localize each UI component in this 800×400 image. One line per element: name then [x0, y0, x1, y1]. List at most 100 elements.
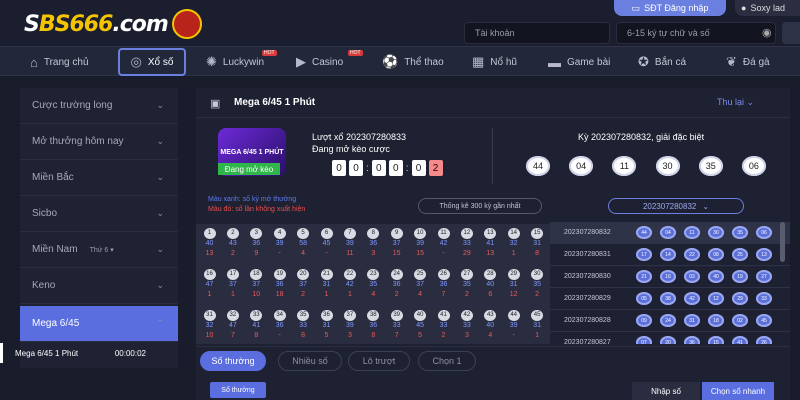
- number-cell[interactable]: 4 39 -: [268, 228, 291, 259]
- number-cell[interactable]: 37 39 3: [338, 310, 361, 341]
- number-cell[interactable]: 7 39 11: [338, 228, 361, 259]
- nav-item-2[interactable]: ✺ Luckywin HOT: [206, 47, 277, 77]
- sidebar-item-7[interactable]: Mega 6/45 ⌃: [20, 306, 178, 342]
- history-ball: 04: [660, 226, 676, 239]
- number-cell[interactable]: 9 37 15: [385, 228, 408, 259]
- sidebar-subitem-mega-1min[interactable]: Mega 6/45 1 Phút 00:00:02: [0, 343, 158, 363]
- hit-count: 33: [299, 322, 307, 329]
- nav-item-5[interactable]: ▦ Nổ hũ: [472, 47, 517, 77]
- tab-1[interactable]: Nhiều số: [278, 351, 342, 371]
- username-input[interactable]: [464, 22, 610, 44]
- other-login-button[interactable]: ● Soxy lad: [735, 0, 800, 16]
- number-cell[interactable]: 39 33 7: [385, 310, 408, 341]
- number-cell[interactable]: 44 39 -: [502, 310, 525, 341]
- number-cell[interactable]: 17 37 1: [221, 269, 244, 300]
- number-cell[interactable]: 32 47 7: [221, 310, 244, 341]
- tab-2[interactable]: Lô trượt: [348, 351, 410, 371]
- number-cell[interactable]: 30 35 2: [526, 269, 549, 300]
- number-ball: 8: [367, 228, 380, 239]
- number-cell[interactable]: 13 41 13: [479, 228, 502, 259]
- sidebar-item-3[interactable]: Sicbo ⌄: [20, 196, 178, 232]
- number-cell[interactable]: 35 33 8: [292, 310, 315, 341]
- password-input[interactable]: [616, 22, 776, 44]
- number-cell[interactable]: 15 31 8: [526, 228, 549, 259]
- number-cell[interactable]: 23 35 4: [362, 269, 385, 300]
- chevron-down-icon: ⌄: [156, 208, 164, 218]
- history-ball: 02: [732, 314, 748, 327]
- number-cell[interactable]: 18 37 10: [245, 269, 268, 300]
- number-cell[interactable]: 45 31 1: [526, 310, 549, 341]
- quick-pick-button[interactable]: Chọn số nhanh: [702, 382, 774, 400]
- number-cell[interactable]: 10 39 15: [409, 228, 432, 259]
- tab-0[interactable]: Số thường: [200, 351, 266, 371]
- nav-item-0[interactable]: ⌂ Trang chủ: [30, 47, 89, 77]
- number-cell[interactable]: 28 40 6: [479, 269, 502, 300]
- mode-button[interactable]: Số thường: [210, 382, 266, 398]
- collapse-link[interactable]: Thu lại ⌄: [717, 97, 754, 108]
- number-cell[interactable]: 19 36 18: [268, 269, 291, 300]
- number-cell[interactable]: 16 47 1: [198, 269, 221, 300]
- nav-item-3[interactable]: ▶ Casino HOT: [296, 47, 363, 77]
- history-row[interactable]: 202307280832 44 04 11 30 35 06: [550, 222, 790, 244]
- history-ball: 44: [636, 226, 652, 239]
- sidebar-item-sub[interactable]: Thứ 6 ▾: [90, 246, 114, 254]
- hit-count: 42: [345, 281, 354, 288]
- phone-icon: ▭: [631, 2, 641, 13]
- number-cell[interactable]: 26 36 7: [432, 269, 455, 300]
- nav-item-4[interactable]: ⚽ Thể thao: [382, 47, 444, 77]
- input-numbers-button[interactable]: Nhập số: [632, 382, 700, 400]
- sms-login-button[interactable]: ▭ SĐT Đăng nhập: [614, 0, 726, 16]
- sidebar-item-4[interactable]: Miền Nam Thứ 6 ▾ ⌄: [20, 232, 178, 268]
- number-ball: 4: [273, 228, 286, 239]
- number-cell[interactable]: 6 45 -: [315, 228, 338, 259]
- tab-3[interactable]: Chọn 1: [418, 351, 476, 371]
- history-row[interactable]: 202307280830 21 16 03 40 19 27: [550, 266, 790, 288]
- number-cell[interactable]: 20 37 2: [292, 269, 315, 300]
- history-row[interactable]: 202307280827 07 20 36 15 41 26: [550, 332, 790, 344]
- number-cell[interactable]: 42 33 3: [455, 310, 478, 341]
- number-cell[interactable]: 43 40 4: [479, 310, 502, 341]
- brand-logo[interactable]: SBS666.com: [24, 8, 202, 40]
- history-row[interactable]: 202307280829 05 38 42 12 29 33: [550, 288, 790, 310]
- nav-item-7[interactable]: ✪ Bắn cá: [638, 47, 686, 77]
- history-row[interactable]: 202307280828 09 24 31 18 02 45: [550, 310, 790, 332]
- number-cell[interactable]: 29 31 12: [502, 269, 525, 300]
- number-cell[interactable]: 1 40 13: [198, 228, 221, 259]
- number-cell[interactable]: 31 32 10: [198, 310, 221, 341]
- nav-item-8[interactable]: ❦ Đá gà: [726, 47, 770, 77]
- number-cell[interactable]: 34 36 -: [268, 310, 291, 341]
- number-cell[interactable]: 27 35 2: [455, 269, 478, 300]
- history-row[interactable]: 202307280831 17 14 22 08 25 13: [550, 244, 790, 266]
- number-cell[interactable]: 8 36 3: [362, 228, 385, 259]
- sidebar-item-1[interactable]: Mở thưởng hôm nay ⌄: [20, 124, 178, 160]
- number-cell[interactable]: 14 32 1: [502, 228, 525, 259]
- number-cell[interactable]: 3 36 9: [245, 228, 268, 259]
- sidebar-item-label: Mở thưởng hôm nay: [32, 136, 124, 147]
- number-cell[interactable]: 21 31 1: [315, 269, 338, 300]
- number-cell[interactable]: 5 58 4: [292, 228, 315, 259]
- sidebar-item-2[interactable]: Miền Bắc ⌄: [20, 160, 178, 196]
- number-cell[interactable]: 24 36 2: [385, 269, 408, 300]
- miss-count: -: [278, 332, 281, 339]
- number-cell[interactable]: 11 42 -: [432, 228, 455, 259]
- number-cell[interactable]: 40 45 5: [409, 310, 432, 341]
- draw-select[interactable]: 202307280832 ⌄: [608, 198, 744, 214]
- sidebar-item-0[interactable]: Cược trường long ⌄: [20, 88, 178, 124]
- number-cell[interactable]: 22 42 1: [338, 269, 361, 300]
- number-cell[interactable]: 12 33 29: [455, 228, 478, 259]
- sidebar-item-5[interactable]: Keno ⌄: [20, 268, 178, 304]
- number-cell[interactable]: 25 37 4: [409, 269, 432, 300]
- number-cell[interactable]: 2 43 2: [221, 228, 244, 259]
- number-cell[interactable]: 41 33 2: [432, 310, 455, 341]
- number-cell[interactable]: 33 41 8: [245, 310, 268, 341]
- hit-count: 36: [439, 281, 448, 288]
- nav-item-1[interactable]: ◎ Xổ số: [118, 48, 186, 76]
- nav-item-6[interactable]: ▬ Game bài: [548, 47, 610, 77]
- login-submit-button[interactable]: [782, 22, 800, 44]
- scrollbar[interactable]: [780, 222, 785, 262]
- number-cell[interactable]: 38 36 8: [362, 310, 385, 341]
- stats-300-button[interactable]: Thống kê 300 kỳ gần nhất: [418, 198, 542, 214]
- eye-off-icon[interactable]: ◉: [762, 26, 772, 39]
- number-cell[interactable]: 36 31 5: [315, 310, 338, 341]
- hit-count: 32: [205, 322, 214, 329]
